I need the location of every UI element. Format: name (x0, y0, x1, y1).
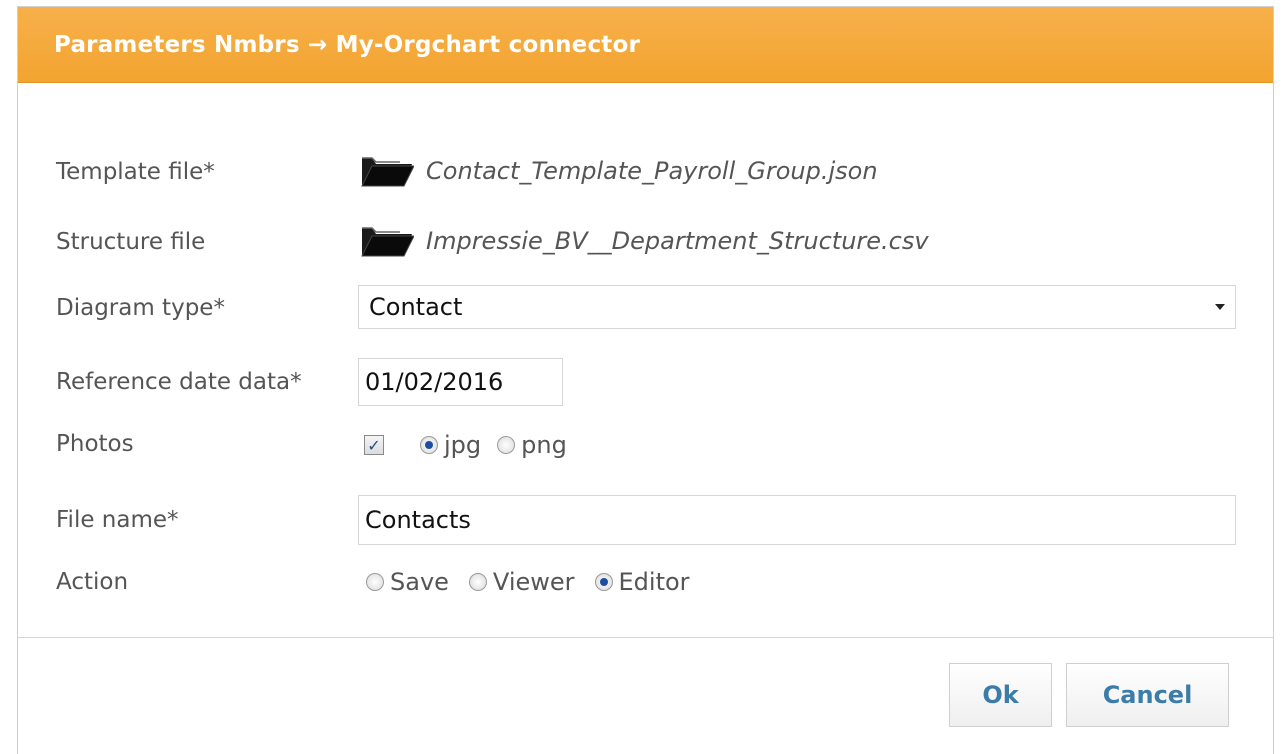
structure-file-label: Structure file (56, 229, 206, 255)
photos-checkbox[interactable]: ✓ (364, 435, 384, 455)
connector-dialog: Parameters Nmbrs → My-Orgchart connector… (17, 6, 1274, 754)
photo-format-jpg[interactable]: jpg (420, 431, 481, 459)
diagram-type-select[interactable]: Contact (358, 285, 1236, 329)
folder-icon[interactable] (360, 222, 414, 260)
action-editor[interactable]: Editor (594, 568, 690, 596)
template-file-name: Contact_Template_Payroll_Group.json (426, 157, 878, 185)
structure-file-name: Impressie_BV__Department_Structure.csv (426, 227, 929, 255)
reference-date-value: 01/02/2016 (365, 368, 504, 396)
file-name-value: Contacts (365, 506, 471, 534)
footer-divider (18, 637, 1273, 638)
photos-label: Photos (56, 431, 134, 457)
dialog-title: Parameters Nmbrs → My-Orgchart connector (54, 31, 641, 58)
action-viewer[interactable]: Viewer (468, 568, 575, 596)
reference-date-input[interactable]: 01/02/2016 (358, 358, 563, 406)
editor-label: Editor (618, 568, 690, 596)
save-radio[interactable] (366, 573, 384, 591)
png-radio[interactable] (497, 436, 516, 454)
png-label: png (521, 431, 567, 459)
jpg-label: jpg (444, 431, 482, 459)
diagram-type-value: Contact (369, 293, 463, 321)
file-name-input[interactable]: Contacts (358, 495, 1236, 545)
jpg-radio[interactable] (420, 436, 438, 454)
reference-date-label: Reference date data* (56, 369, 302, 395)
editor-radio[interactable] (594, 573, 613, 591)
dialog-title-bar: Parameters Nmbrs → My-Orgchart connector (18, 7, 1273, 83)
action-label: Action (56, 569, 129, 595)
template-file-label: Template file* (56, 159, 215, 185)
cancel-button[interactable]: Cancel (1066, 663, 1229, 727)
viewer-label: Viewer (492, 568, 575, 596)
photos-controls: ✓ jpg png (364, 431, 567, 459)
save-label: Save (390, 568, 449, 596)
action-options: Save Viewer Editor (366, 568, 690, 596)
photo-format-png[interactable]: png (497, 431, 567, 459)
action-save[interactable]: Save (366, 568, 449, 596)
chevron-down-icon (1215, 304, 1225, 310)
diagram-type-label: Diagram type* (56, 295, 225, 321)
structure-file-picker[interactable]: Impressie_BV__Department_Structure.csv (360, 222, 929, 260)
viewer-radio[interactable] (468, 573, 487, 591)
ok-button[interactable]: Ok (949, 663, 1052, 727)
file-name-label: File name* (56, 507, 179, 533)
folder-icon[interactable] (360, 152, 414, 190)
template-file-picker[interactable]: Contact_Template_Payroll_Group.json (360, 152, 878, 190)
